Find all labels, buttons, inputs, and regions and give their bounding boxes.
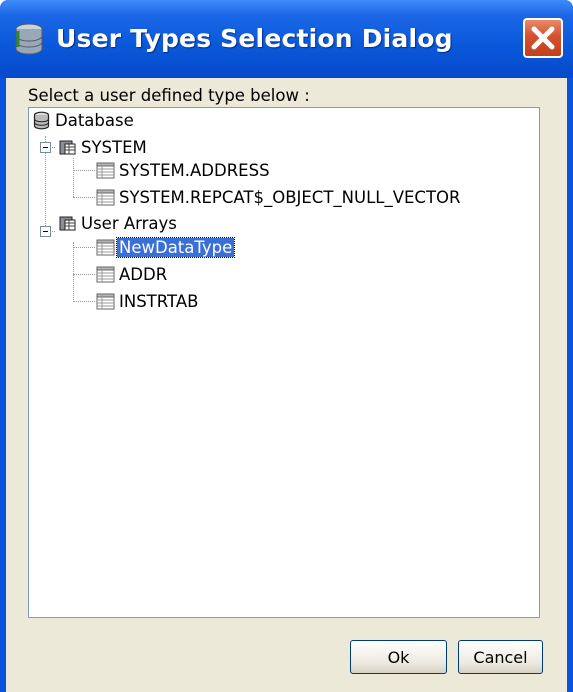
cancel-button[interactable]: Cancel xyxy=(458,640,543,674)
tree-node-type[interactable]: INSTRTAB xyxy=(96,290,198,312)
tree-node-root[interactable]: Database xyxy=(32,109,134,131)
tree-connector xyxy=(73,274,95,275)
tree-node-type[interactable]: SYSTEM.REPCAT$_OBJECT_NULL_VECTOR xyxy=(96,186,460,208)
schema-icon xyxy=(59,140,76,154)
tree-connector xyxy=(73,158,74,197)
table-icon xyxy=(96,293,115,309)
tree-connector xyxy=(73,170,95,171)
title-bar[interactable]: User Types Selection Dialog xyxy=(0,0,573,78)
tree-node-label: ADDR xyxy=(119,264,168,284)
tree-node-label: User Arrays xyxy=(81,213,177,233)
tree-connector xyxy=(73,197,95,198)
window-title: User Types Selection Dialog xyxy=(56,24,453,53)
dialog-window: User Types Selection Dialog Select a use… xyxy=(0,0,573,692)
close-icon xyxy=(531,26,555,50)
database-icon xyxy=(15,23,43,55)
tree-node-user-arrays[interactable]: User Arrays xyxy=(58,212,177,234)
tree-connector xyxy=(73,301,95,302)
schema-icon xyxy=(59,216,76,230)
table-icon xyxy=(96,189,115,205)
tree-node-label: SYSTEM.REPCAT$_OBJECT_NULL_VECTOR xyxy=(119,187,461,207)
close-button[interactable] xyxy=(523,18,563,58)
ok-button[interactable]: Ok xyxy=(350,640,447,674)
table-icon xyxy=(96,162,115,178)
collapse-toggle-system[interactable] xyxy=(40,142,51,153)
table-icon xyxy=(96,266,115,282)
tree-node-label: SYSTEM.ADDRESS xyxy=(119,160,270,180)
dialog-prompt: Select a user defined type below : xyxy=(28,86,310,105)
table-icon xyxy=(96,239,115,255)
tree-node-type[interactable]: SYSTEM.ADDRESS xyxy=(96,159,270,181)
tree-node-label: INSTRTAB xyxy=(119,291,199,311)
tree-connector xyxy=(73,242,74,302)
dialog-body: Select a user defined type below : Datab… xyxy=(6,78,567,692)
tree-node-label: NewDataType xyxy=(115,236,236,258)
tree-node-type-selected[interactable]: NewDataType xyxy=(96,236,236,258)
tree-connector xyxy=(73,247,95,248)
database-icon xyxy=(33,111,50,129)
tree-node-type[interactable]: ADDR xyxy=(96,263,167,285)
type-tree[interactable]: Database SYSTEM SYSTEM.ADDRESS SYSTEM.RE… xyxy=(28,107,540,618)
tree-node-label: SYSTEM xyxy=(81,137,147,157)
tree-node-label: Database xyxy=(55,110,134,130)
collapse-toggle-user-arrays[interactable] xyxy=(40,226,51,237)
tree-node-system[interactable]: SYSTEM xyxy=(58,136,147,158)
